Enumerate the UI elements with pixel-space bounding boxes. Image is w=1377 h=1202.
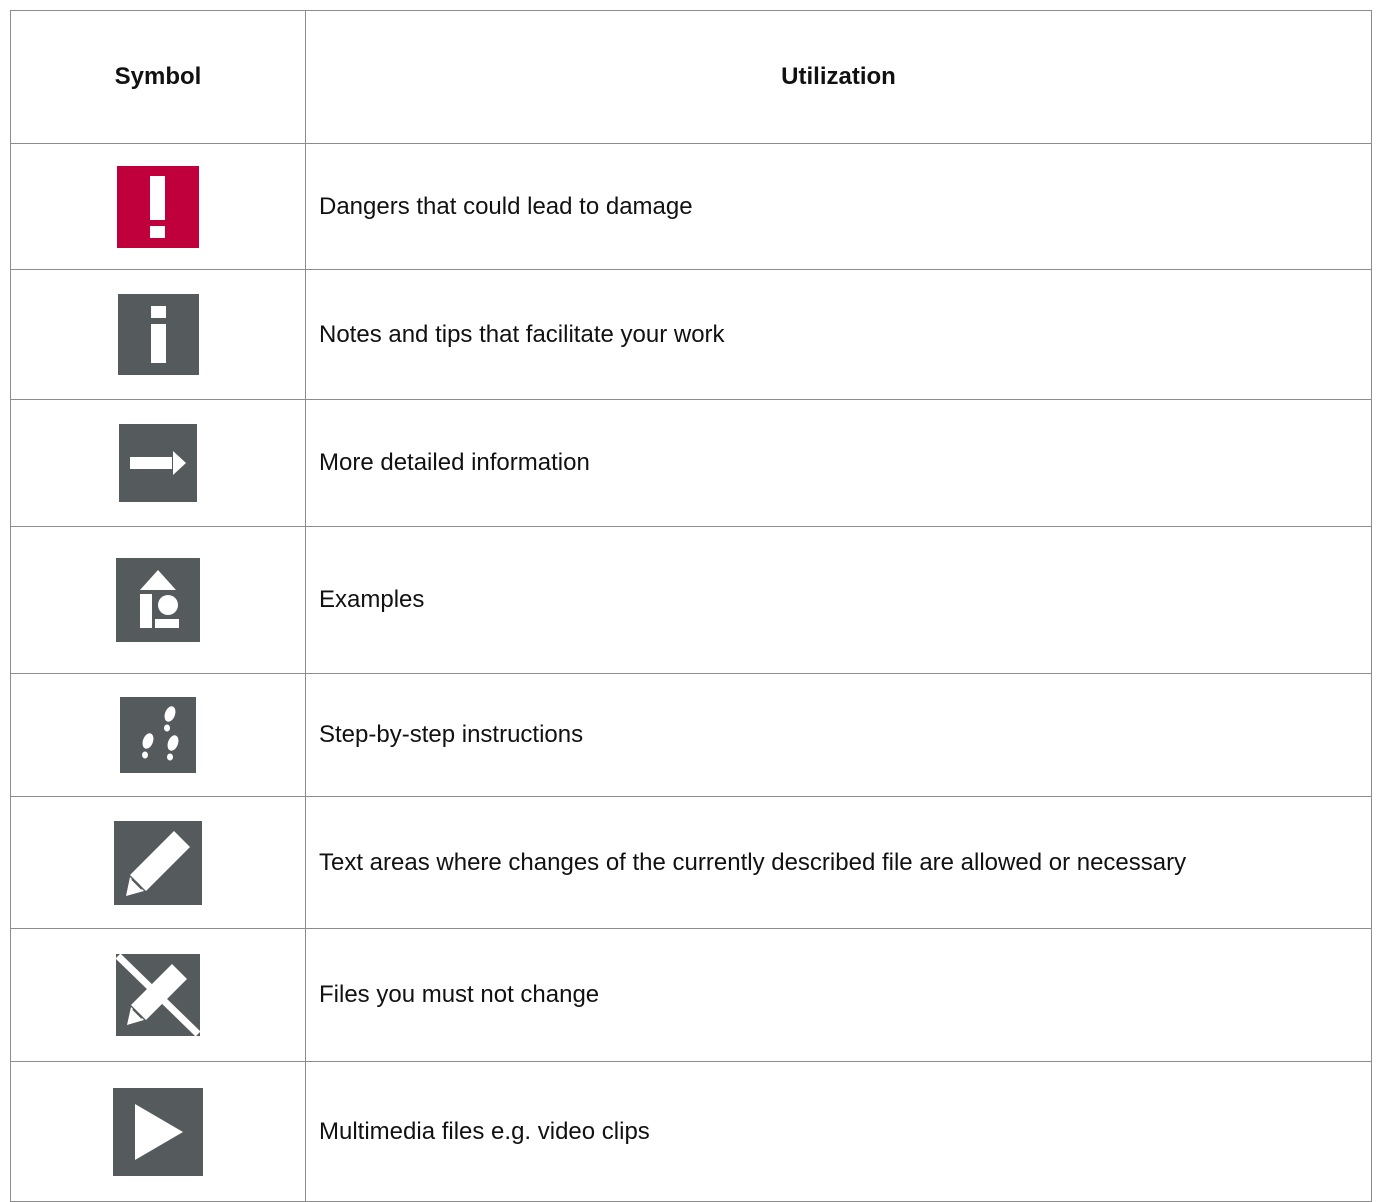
symbol-table: Symbol Utilization Dangers that could le… (10, 10, 1372, 1202)
play-icon (113, 1087, 203, 1176)
header-utilization: Utilization (305, 10, 1372, 144)
table-row: Dangers that could lead to damage (10, 143, 1372, 270)
warning-exclamation-icon (117, 165, 199, 248)
utilization-cell: Files you must not change (305, 928, 1372, 1062)
pencil-icon (114, 820, 202, 905)
table-row: Examples (10, 526, 1372, 674)
table-row: Text areas where changes of the currentl… (10, 796, 1372, 929)
symbol-cell (10, 526, 306, 674)
utilization-cell: Notes and tips that facilitate your work (305, 269, 1372, 400)
footsteps-icon (120, 697, 196, 773)
arrow-right-icon (119, 424, 197, 502)
symbol-cell (10, 928, 306, 1062)
utilization-cell: Dangers that could lead to damage (305, 143, 1372, 270)
utilization-cell: Step-by-step instructions (305, 673, 1372, 797)
utilization-cell: Text areas where changes of the currentl… (305, 796, 1372, 929)
info-icon (117, 294, 199, 375)
symbol-cell (10, 143, 306, 270)
pencil-crossed-icon (116, 954, 200, 1036)
symbol-cell (10, 796, 306, 929)
table-header-row: Symbol Utilization (10, 10, 1372, 144)
utilization-cell: Multimedia files e.g. video clips (305, 1061, 1372, 1202)
utilization-cell: Examples (305, 526, 1372, 674)
symbol-cell (10, 673, 306, 797)
examples-icon (116, 558, 200, 642)
header-symbol: Symbol (10, 10, 306, 144)
symbol-cell (10, 269, 306, 400)
table-row: More detailed information (10, 399, 1372, 527)
table-row: Files you must not change (10, 928, 1372, 1062)
symbol-cell (10, 399, 306, 527)
table-row: Notes and tips that facilitate your work (10, 269, 1372, 400)
table-row: Multimedia files e.g. video clips (10, 1061, 1372, 1202)
utilization-cell: More detailed information (305, 399, 1372, 527)
symbol-cell (10, 1061, 306, 1202)
table-row: Step-by-step instructions (10, 673, 1372, 797)
